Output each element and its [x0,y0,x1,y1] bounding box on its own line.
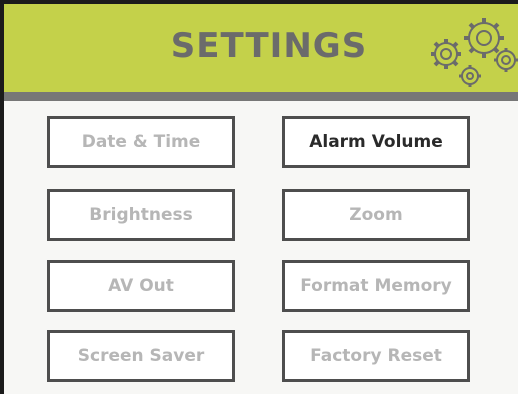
gears-icon [431,18,518,87]
date-time-button[interactable]: Date & Time [47,116,235,168]
screen-saver-button[interactable]: Screen Saver [47,330,235,382]
zoom-button[interactable]: Zoom [282,189,470,241]
header-divider [4,92,518,101]
brightness-button[interactable]: Brightness [47,189,235,241]
format-memory-button[interactable]: Format Memory [282,260,470,312]
settings-header: SETTINGS [4,4,518,92]
factory-reset-button[interactable]: Factory Reset [282,330,470,382]
alarm-volume-button[interactable]: Alarm Volume [282,116,470,168]
av-out-button[interactable]: AV Out [47,260,235,312]
page-title: SETTINGS [170,26,368,66]
